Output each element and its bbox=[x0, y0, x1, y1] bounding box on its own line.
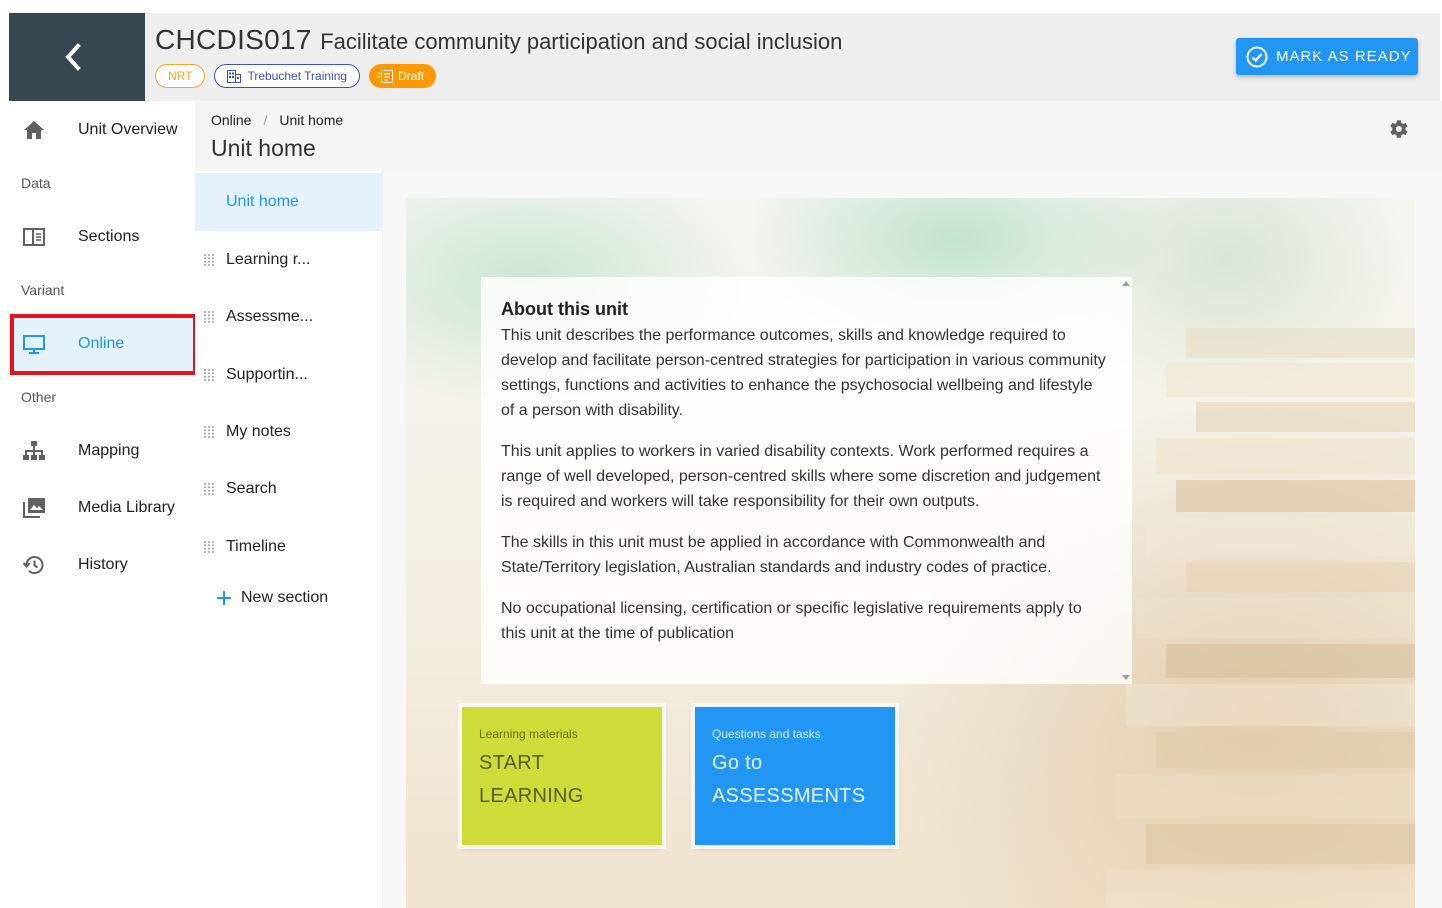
go-to-assessments-tile[interactable]: Questions and tasks Go to ASSESSMENTS bbox=[695, 707, 895, 845]
nav-unit-overview-label: Unit Overview bbox=[78, 120, 178, 138]
breadcrumb-bar: Online / Unit home Unit home bbox=[195, 101, 1442, 171]
content-area: About this unit This unit describes the … bbox=[383, 171, 1442, 908]
start-learning-tile[interactable]: Learning materials START LEARNING bbox=[462, 707, 662, 845]
section-item-label: Assessme... bbox=[226, 308, 314, 325]
nav-history[interactable]: History bbox=[9, 536, 195, 593]
page-title: Unit home bbox=[211, 135, 316, 161]
unit-title: CHCDIS017 Facilitate community participa… bbox=[155, 24, 842, 56]
drag-handle-icon[interactable] bbox=[203, 540, 215, 554]
history-icon bbox=[22, 556, 44, 574]
drag-handle-icon[interactable] bbox=[203, 253, 215, 267]
tile-caption: Learning materials bbox=[479, 727, 578, 741]
new-section-button[interactable]: New section bbox=[215, 589, 328, 607]
breadcrumb-current: Unit home bbox=[279, 112, 344, 128]
tile-title-line1: Go to bbox=[712, 752, 763, 774]
draft-chip-label: Draft bbox=[398, 69, 425, 83]
section-item-supporting[interactable]: Supportin... bbox=[195, 346, 382, 404]
hero-background: About this unit This unit describes the … bbox=[406, 198, 1415, 908]
breadcrumb: Online / Unit home bbox=[211, 112, 343, 128]
sitemap-icon bbox=[23, 441, 45, 460]
image-library-icon bbox=[23, 498, 45, 518]
tile-title-line1: START bbox=[479, 752, 545, 774]
back-button[interactable] bbox=[9, 13, 145, 101]
section-item-unit-home[interactable]: Unit home bbox=[195, 173, 382, 231]
check-circle-icon bbox=[1246, 46, 1268, 67]
tile-title-line2: ASSESSMENTS bbox=[712, 785, 866, 807]
section-item-label: Learning r... bbox=[226, 251, 311, 268]
about-unit-panel: About this unit This unit describes the … bbox=[481, 277, 1132, 684]
section-item-assessments[interactable]: Assessme... bbox=[195, 288, 382, 346]
section-item-label: Supportin... bbox=[226, 366, 308, 383]
section-item-my-notes[interactable]: My notes bbox=[195, 403, 382, 461]
mark-as-ready-button[interactable]: MARK AS READY bbox=[1236, 38, 1418, 75]
new-section-label: New section bbox=[241, 589, 329, 606]
about-paragraph: The skills in this unit must be applied … bbox=[501, 534, 1052, 576]
tile-caption: Questions and tasks bbox=[712, 727, 821, 741]
nav-online-label: Online bbox=[78, 334, 125, 352]
monitor-icon bbox=[23, 335, 45, 354]
section-item-label: Search bbox=[226, 480, 277, 497]
nrt-chip-label: NRT bbox=[168, 69, 193, 83]
draft-icon bbox=[377, 69, 394, 83]
about-paragraph: This unit describes the performance outc… bbox=[501, 327, 1106, 419]
nav-sections[interactable]: Sections bbox=[9, 208, 195, 265]
breadcrumb-separator: / bbox=[263, 112, 268, 128]
drag-handle-icon[interactable] bbox=[203, 310, 215, 324]
about-paragraph: No occupational licensing, certification… bbox=[501, 600, 1082, 642]
building-icon bbox=[227, 69, 242, 83]
nrt-chip: NRT bbox=[155, 64, 206, 88]
drag-handle-icon[interactable] bbox=[203, 368, 215, 382]
drag-handle-icon[interactable] bbox=[203, 482, 215, 496]
drag-handle-icon[interactable] bbox=[203, 425, 215, 439]
sections-list: Unit home Learning r... Assessme... Supp… bbox=[195, 171, 383, 908]
nav-unit-overview[interactable]: Unit Overview bbox=[9, 101, 195, 158]
nav-mapping-label: Mapping bbox=[78, 441, 140, 459]
nav-media-library[interactable]: Media Library bbox=[9, 479, 195, 536]
top-header: CHCDIS017 Facilitate community participa… bbox=[9, 13, 1440, 101]
section-item-learning-resources[interactable]: Learning r... bbox=[195, 231, 382, 289]
home-icon bbox=[24, 121, 44, 139]
scrollbar[interactable] bbox=[1120, 277, 1132, 684]
section-item-label: My notes bbox=[226, 423, 291, 440]
app-root: CHCDIS017 Facilitate community participa… bbox=[0, 0, 1442, 908]
book-open-icon bbox=[23, 228, 45, 246]
tile-title-line2: LEARNING bbox=[479, 785, 584, 807]
nav-group-other: Other bbox=[21, 389, 57, 405]
nav-online[interactable]: Online bbox=[9, 315, 195, 372]
mark-as-ready-label: MARK AS READY bbox=[1276, 48, 1412, 65]
nav-sections-label: Sections bbox=[78, 227, 140, 245]
nav-history-label: History bbox=[78, 555, 128, 573]
left-navigation: Unit Overview Data Sections Variant Onli… bbox=[9, 101, 195, 908]
section-item-timeline[interactable]: Timeline bbox=[195, 518, 382, 576]
breadcrumb-online[interactable]: Online bbox=[211, 112, 251, 128]
unit-name: Facilitate community participation and s… bbox=[320, 29, 843, 54]
section-item-label: Unit home bbox=[226, 193, 299, 210]
nav-group-variant: Variant bbox=[21, 282, 65, 298]
about-heading: About this unit bbox=[501, 299, 628, 319]
section-item-label: Timeline bbox=[226, 538, 286, 555]
unit-chips: NRT Trebuchet Training Draft bbox=[155, 64, 437, 88]
about-paragraph: This unit applies to workers in varied d… bbox=[501, 443, 1101, 510]
nav-media-library-label: Media Library bbox=[78, 498, 175, 516]
organisation-chip-label: Trebuchet Training bbox=[247, 69, 348, 83]
nav-mapping[interactable]: Mapping bbox=[9, 422, 195, 479]
plus-icon bbox=[217, 591, 231, 605]
organisation-chip: Trebuchet Training bbox=[214, 64, 361, 88]
unit-code: CHCDIS017 bbox=[155, 24, 312, 55]
draft-status-chip: Draft bbox=[369, 64, 437, 88]
gear-icon[interactable] bbox=[1386, 117, 1410, 141]
chevron-left-icon bbox=[65, 43, 81, 71]
nav-group-data: Data bbox=[21, 175, 51, 191]
section-item-search[interactable]: Search bbox=[195, 460, 382, 518]
